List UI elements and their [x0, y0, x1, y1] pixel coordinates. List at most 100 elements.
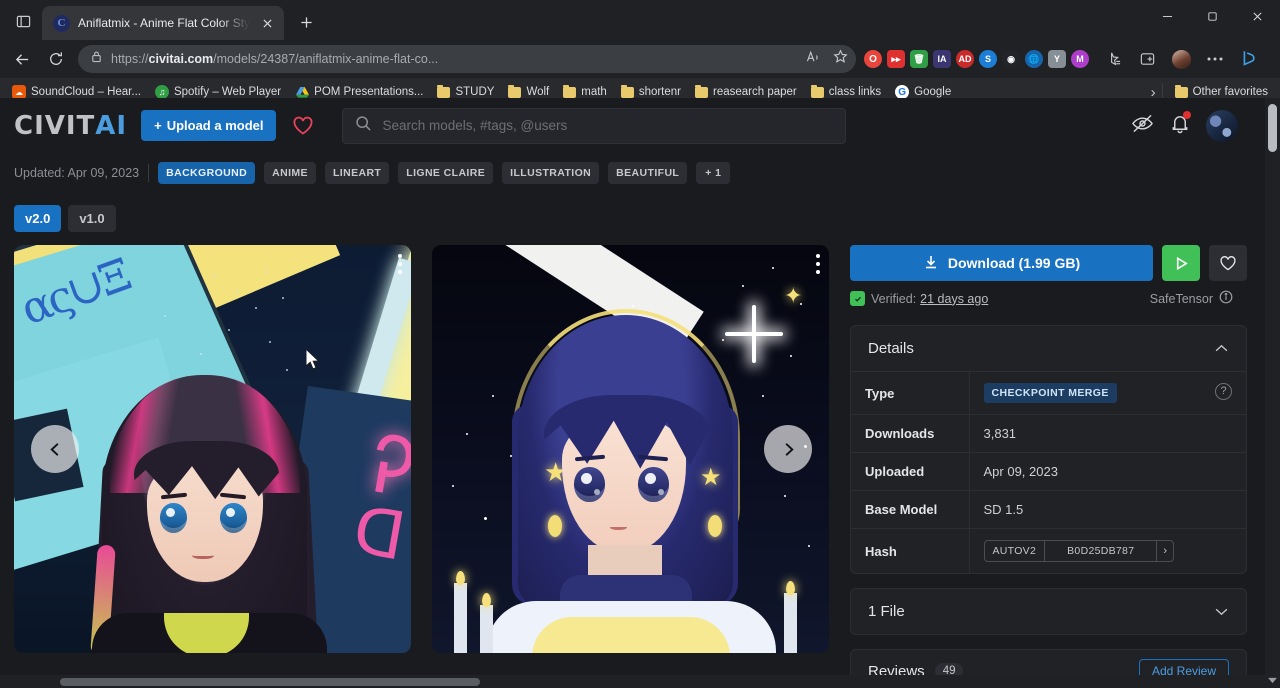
search-icon	[355, 115, 372, 137]
add-favorite-icon[interactable]	[833, 49, 848, 69]
globe-ext-icon[interactable]: 🌐	[1025, 50, 1043, 68]
bing-copilot-icon[interactable]	[1233, 43, 1265, 75]
window-controls	[1145, 0, 1280, 40]
favorite-button[interactable]	[1209, 245, 1247, 281]
search-input[interactable]: Search models, #tags, @users	[342, 108, 846, 144]
notification-dot	[1183, 111, 1191, 119]
site-header: CIVITAI + Upload a model Search models, …	[0, 98, 1280, 153]
close-icon[interactable]	[258, 14, 276, 32]
tab-actions-button[interactable]	[8, 6, 38, 36]
bookmark-label: POM Presentations...	[314, 86, 423, 98]
details-card-header[interactable]: Details	[851, 326, 1246, 371]
heart-outline-icon[interactable]	[290, 113, 316, 139]
model-meta-row: Updated: Apr 09, 2023 BACKGROUND ANIME L…	[0, 159, 1280, 187]
ia-ext-icon[interactable]: IA	[933, 50, 951, 68]
location-ext-icon[interactable]: ◉	[1002, 50, 1020, 68]
upload-model-button[interactable]: + Upload a model	[141, 110, 276, 141]
folder-icon	[695, 87, 708, 98]
opera-ext-icon[interactable]: O	[864, 50, 882, 68]
more-vertical-icon[interactable]	[816, 254, 820, 274]
reload-icon[interactable]	[40, 43, 72, 75]
chevron-down-icon[interactable]	[1214, 603, 1229, 620]
avatar[interactable]	[1206, 110, 1238, 142]
chevron-right-icon[interactable]: ›	[1157, 541, 1173, 561]
minimize-icon[interactable]	[1145, 0, 1190, 32]
bookmark-label: STUDY	[455, 86, 494, 98]
browser-window: C Aniflatmix - Anime Flat Color Sty	[0, 0, 1280, 688]
vertical-scrollbar[interactable]	[1265, 98, 1280, 688]
files-card-header[interactable]: 1 File	[851, 589, 1246, 634]
bookmark-label: reasearch paper	[713, 86, 797, 98]
hash-algo: AUTOV2	[985, 541, 1046, 561]
bookmark-label: math	[581, 86, 607, 98]
logo-part1: CIVIT	[14, 111, 95, 141]
yahoo-ext-icon[interactable]: Y	[1048, 50, 1066, 68]
details-table: Type CHECKPOINT MERGE ? Downloads 3,831 …	[851, 371, 1246, 573]
version-tab-v2[interactable]: v2.0	[14, 205, 61, 232]
eye-off-icon[interactable]	[1131, 113, 1154, 139]
header-actions	[1131, 110, 1266, 142]
collections-icon[interactable]	[1097, 43, 1129, 75]
extension-icons: O ▸▸ 🗑 IA AD S ◉ 🌐 Y M	[864, 50, 1089, 68]
hash-box[interactable]: AUTOV2 B0D25DB787 ›	[984, 540, 1175, 562]
download-icon	[923, 254, 939, 273]
back-arrow-icon[interactable]	[6, 43, 38, 75]
tag-background[interactable]: BACKGROUND	[158, 162, 255, 184]
question-mark-icon[interactable]: ?	[1215, 383, 1232, 400]
download-row: Download (1.99 GB)	[850, 245, 1247, 281]
files-title: 1 File	[868, 603, 905, 620]
folder-icon	[621, 87, 634, 98]
soundcloud-icon: ☁	[12, 85, 26, 99]
gallery-image-2[interactable]: ✦ ✦ ★ ★	[432, 245, 829, 653]
tag-anime[interactable]: ANIME	[264, 162, 316, 184]
profile-icon[interactable]	[1165, 43, 1197, 75]
tab-title: Aniflatmix - Anime Flat Color Sty	[78, 16, 250, 30]
table-row: Uploaded Apr 09, 2023	[851, 453, 1246, 491]
table-row: Base Model SD 1.5	[851, 491, 1246, 529]
carousel-prev-button[interactable]	[31, 425, 79, 473]
browser-tab-active[interactable]: C Aniflatmix - Anime Flat Color Sty	[42, 6, 284, 40]
civitai-logo[interactable]: CIVITAI	[14, 113, 127, 139]
tags-more-button[interactable]: + 1	[696, 162, 730, 184]
address-bar[interactable]: https://civitai.com/models/24387/aniflat…	[78, 45, 856, 73]
horizontal-scrollbar[interactable]	[0, 675, 1265, 688]
tag-ligne-claire[interactable]: LIGNE CLAIRE	[398, 162, 493, 184]
more-options-icon[interactable]	[1199, 43, 1231, 75]
chevron-up-icon[interactable]	[1214, 340, 1229, 357]
more-vertical-icon[interactable]	[398, 254, 402, 274]
read-aloud-icon[interactable]	[806, 50, 821, 68]
scrollbar-thumb[interactable]	[60, 678, 480, 686]
run-model-button[interactable]	[1162, 245, 1200, 281]
new-tab-button[interactable]	[292, 8, 320, 36]
details-title: Details	[868, 340, 914, 357]
bookmark-label: Spotify – Web Player	[174, 86, 281, 98]
plus-icon: +	[154, 118, 162, 133]
scroll-down-arrow[interactable]	[1265, 673, 1280, 687]
version-tab-v1[interactable]: v1.0	[68, 205, 115, 232]
carousel-next-button[interactable]	[764, 425, 812, 473]
tab-strip: C Aniflatmix - Anime Flat Color Sty	[0, 0, 1280, 40]
gallery-image-1[interactable]: ας∪Ξ Ꭾᗡ	[14, 245, 411, 653]
tag-beautiful[interactable]: BEAUTIFUL	[608, 162, 687, 184]
logo-part2: AI	[95, 111, 127, 141]
shazam-ext-icon[interactable]: S	[979, 50, 997, 68]
detail-value: SD 1.5	[969, 491, 1246, 529]
add-collection-icon[interactable]	[1131, 43, 1163, 75]
spotify-icon: ♫	[155, 85, 169, 99]
video-ext-icon[interactable]: ▸▸	[887, 50, 905, 68]
adblock-ext-icon[interactable]: AD	[956, 50, 974, 68]
monica-ext-icon[interactable]: M	[1071, 50, 1089, 68]
detail-key: Downloads	[851, 415, 969, 453]
download-button[interactable]: Download (1.99 GB)	[850, 245, 1153, 281]
verified-time[interactable]: 21 days ago	[920, 292, 988, 306]
trash-ext-icon[interactable]: 🗑	[910, 50, 928, 68]
url-text: https://civitai.com/models/24387/aniflat…	[111, 52, 798, 66]
download-label: Download (1.99 GB)	[948, 255, 1080, 271]
bell-icon[interactable]	[1170, 113, 1190, 139]
info-icon[interactable]	[1219, 290, 1233, 307]
maximize-icon[interactable]	[1190, 0, 1235, 32]
close-icon[interactable]	[1235, 0, 1280, 32]
scrollbar-thumb[interactable]	[1268, 104, 1277, 152]
tag-illustration[interactable]: ILLUSTRATION	[502, 162, 599, 184]
tag-lineart[interactable]: LINEART	[325, 162, 389, 184]
